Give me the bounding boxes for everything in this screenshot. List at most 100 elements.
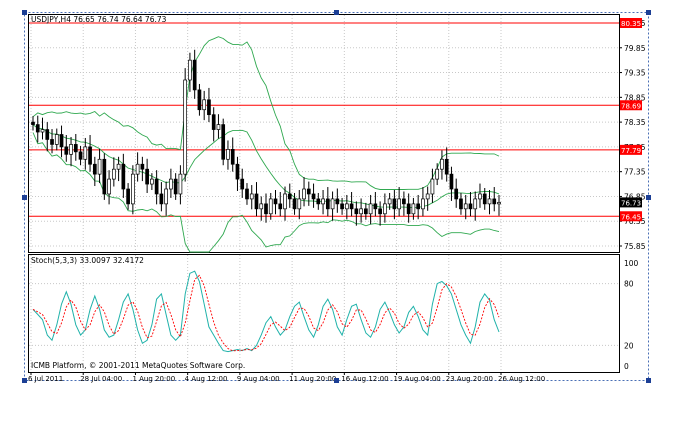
time-axis: 6 Jul 2011 28 Jul 04:00 1 Aug 20:00 4 Aug 1…	[28, 372, 545, 383]
candle-body	[349, 203, 354, 210]
candle-body	[287, 193, 292, 200]
time-tick-label: 16 Aug 12:00	[341, 375, 388, 383]
candle-body	[226, 149, 230, 160]
candle-body	[188, 59, 192, 81]
resize-handle-bm[interactable]	[334, 378, 339, 383]
candle-body	[482, 193, 487, 205]
candle-body	[273, 198, 278, 205]
price-panel[interactable]	[28, 14, 620, 253]
stochastic-panel[interactable]	[28, 254, 620, 373]
candle-body	[340, 203, 344, 210]
candle-body	[54, 134, 59, 145]
candle-body	[207, 99, 211, 116]
price-tick-label: 78.35	[624, 118, 646, 127]
candle-body	[425, 193, 430, 200]
candle-body	[235, 163, 240, 180]
candle-body	[354, 208, 359, 215]
level-label-text: 80.35	[621, 20, 641, 28]
candle-body	[444, 158, 449, 175]
candle-body	[302, 188, 306, 200]
candle-body	[387, 198, 392, 205]
candle-body	[92, 163, 97, 175]
candle-body	[254, 193, 259, 210]
price-tick-label: 79.85	[624, 44, 646, 53]
copyright-text: ICMB Platform, © 2001-2011 MetaQuotes So…	[31, 361, 245, 370]
time-tick-label: 11 Aug 20:00	[289, 375, 336, 383]
candle-body	[31, 121, 35, 125]
candle-body	[126, 188, 130, 205]
level-label-text: 77.79	[621, 147, 641, 155]
candle-body	[59, 134, 64, 148]
candle-body	[230, 149, 235, 165]
level-label-text: 78.69	[621, 102, 641, 110]
candle-body	[221, 124, 226, 160]
candle-body	[311, 193, 316, 200]
candle-body	[359, 208, 363, 215]
candle-body	[473, 198, 478, 210]
candle-body	[478, 193, 482, 200]
candle-body	[202, 99, 207, 111]
candle-body	[121, 163, 126, 190]
candle-body	[240, 178, 245, 190]
resize-handle-ml[interactable]	[22, 195, 27, 200]
candle-body	[383, 203, 387, 215]
symbol-header: USDJPY,H4 76.65 76.74 76.64 76.73	[31, 15, 167, 24]
candle-body	[335, 198, 340, 205]
candle-body	[397, 198, 401, 210]
candle-body	[297, 198, 302, 210]
candle-body	[325, 198, 330, 210]
candle-body	[159, 193, 164, 205]
candle-body	[373, 203, 378, 210]
candle-body	[169, 178, 173, 190]
candle-body	[264, 203, 268, 215]
candle-body	[40, 129, 45, 133]
candle-body	[259, 203, 264, 210]
candle-body	[78, 151, 83, 160]
candle-body	[197, 89, 202, 111]
candle-body	[344, 203, 349, 210]
candle-body	[131, 173, 135, 205]
candle-body	[173, 178, 178, 195]
candle-body	[416, 203, 421, 210]
stoch-tick-label: 20	[624, 341, 634, 350]
candle-body	[435, 168, 440, 180]
candle-body	[111, 168, 116, 180]
candle-body	[468, 203, 473, 210]
candle-body	[35, 124, 40, 133]
candle-body	[50, 139, 54, 145]
resize-handle-mr[interactable]	[646, 195, 651, 200]
candle-body	[73, 144, 78, 153]
stochastic-label: Stoch(5,3,3) 33.0097 32.4172	[31, 256, 144, 265]
stochastic-axis: 100 80 20 0	[624, 259, 639, 371]
current-price-label: 76.73	[621, 199, 641, 207]
price-tick-label: 77.35	[624, 168, 646, 177]
candle-body	[249, 193, 254, 200]
resize-handle-tr[interactable]	[646, 10, 651, 15]
candle-body	[306, 188, 311, 195]
candle-body	[83, 146, 88, 160]
candle-body	[102, 158, 107, 195]
price-tick-label: 75.85	[624, 242, 646, 251]
resize-handle-tm[interactable]	[334, 10, 339, 15]
candle-body	[107, 178, 111, 195]
candle-body	[368, 203, 373, 215]
resize-handle-tl[interactable]	[22, 10, 27, 15]
candle-body	[183, 79, 188, 175]
resize-handle-br[interactable]	[646, 378, 651, 383]
stoch-tick-label: 0	[624, 362, 629, 371]
candle-body	[402, 198, 406, 205]
time-tick-label: 23 Aug 20:00	[446, 375, 493, 383]
time-tick-label: 4 Aug 12:00	[185, 375, 228, 383]
candle-body	[135, 163, 140, 175]
candle-body	[245, 188, 249, 200]
candle-body	[492, 198, 497, 205]
candle-body	[164, 188, 168, 205]
candle-body	[430, 178, 435, 195]
candle-body	[150, 178, 154, 185]
time-tick-label: 1 Aug 20:00	[132, 375, 175, 383]
resize-handle-bl[interactable]	[22, 378, 27, 383]
candle-body	[411, 203, 416, 215]
candle-body	[392, 198, 397, 210]
candle-body	[316, 198, 321, 205]
candle-body	[440, 158, 444, 170]
